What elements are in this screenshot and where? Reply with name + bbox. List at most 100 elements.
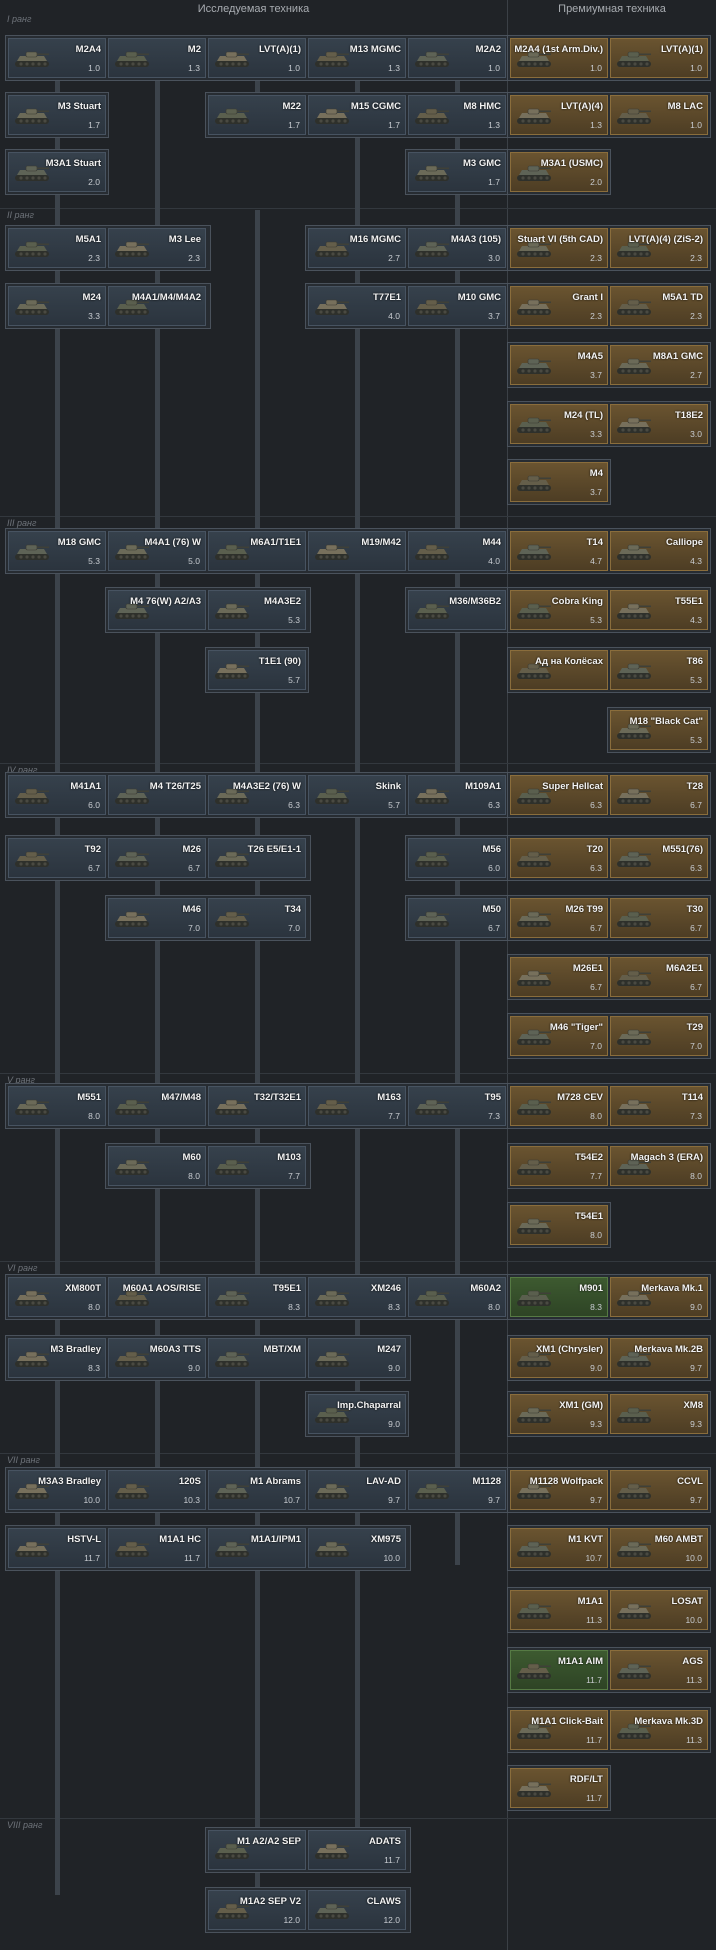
vehicle-card[interactable]: M47/M48 <box>108 1086 206 1126</box>
vehicle-card[interactable]: M4A3E2 5.3 <box>208 590 306 630</box>
vehicle-card[interactable]: M247 9.0 <box>308 1338 406 1378</box>
vehicle-card[interactable]: M13 MGMC 1.3 <box>308 38 406 78</box>
vehicle-card[interactable]: M46 7.0 <box>108 898 206 938</box>
vehicle-card[interactable]: M4A3 (105) 3.0 <box>408 228 506 268</box>
vehicle-card[interactable]: T86 5.3 <box>610 650 708 690</box>
vehicle-card[interactable]: M8A1 GMC 2.7 <box>610 345 708 385</box>
vehicle-card[interactable]: Cobra King 5.3 <box>510 590 608 630</box>
vehicle-card[interactable]: M16 MGMC 2.7 <box>308 228 406 268</box>
vehicle-card[interactable]: LOSAT 10.0 <box>610 1590 708 1630</box>
vehicle-card[interactable]: T114 7.3 <box>610 1086 708 1126</box>
vehicle-card[interactable]: CLAWS 12.0 <box>308 1890 406 1930</box>
vehicle-card[interactable]: T34 7.0 <box>208 898 306 938</box>
vehicle-card[interactable]: M26 T99 6.7 <box>510 898 608 938</box>
vehicle-card[interactable]: M2 1.3 <box>108 38 206 78</box>
vehicle-card[interactable]: M2A4 1.0 <box>8 38 106 78</box>
vehicle-card[interactable]: M3A1 Stuart 2.0 <box>8 152 106 192</box>
vehicle-card[interactable]: HSTV-L 11.7 <box>8 1528 106 1568</box>
vehicle-card[interactable]: M60 AMBT 10.0 <box>610 1528 708 1568</box>
vehicle-card[interactable]: M551(76) 6.3 <box>610 838 708 878</box>
vehicle-card[interactable]: LVT(A)(1) 1.0 <box>610 38 708 78</box>
vehicle-card[interactable]: M1 Abrams 10.7 <box>208 1470 306 1510</box>
vehicle-card[interactable]: M1128 9.7 <box>408 1470 506 1510</box>
vehicle-card[interactable]: T1E1 (90) 5.7 <box>208 650 306 690</box>
vehicle-card[interactable]: XM1 (Chrysler) 9.0 <box>510 1338 608 1378</box>
vehicle-card[interactable]: M3 Lee 2.3 <box>108 228 206 268</box>
vehicle-card[interactable]: M2A4 (1st Arm.Div.) 1.0 <box>510 38 608 78</box>
vehicle-card[interactable]: M3 Stuart 1.7 <box>8 95 106 135</box>
vehicle-card[interactable]: RDF/LT 11.7 <box>510 1768 608 1808</box>
vehicle-card[interactable]: M60 8.0 <box>108 1146 206 1186</box>
vehicle-card[interactable]: T30 6.7 <box>610 898 708 938</box>
vehicle-card[interactable]: M6A2E1 6.7 <box>610 957 708 997</box>
vehicle-card[interactable]: M103 7.7 <box>208 1146 306 1186</box>
vehicle-card[interactable]: M1A1/IPM1 <box>208 1528 306 1568</box>
vehicle-card[interactable]: M1A1 AIM 11.7 <box>510 1650 608 1690</box>
vehicle-card[interactable]: MBT/XM <box>208 1338 306 1378</box>
vehicle-card[interactable]: Imp.Chaparral 9.0 <box>308 1394 406 1434</box>
vehicle-card[interactable]: Magach 3 (ERA) 8.0 <box>610 1146 708 1186</box>
vehicle-card[interactable]: M5A1 TD 2.3 <box>610 286 708 326</box>
vehicle-card[interactable]: LVT(A)(4) (ZiS-2) 2.3 <box>610 228 708 268</box>
vehicle-card[interactable]: M4A1 (76) W 5.0 <box>108 531 206 571</box>
vehicle-card[interactable]: M19/M42 <box>308 531 406 571</box>
vehicle-card[interactable]: M46 "Tiger" 7.0 <box>510 1016 608 1056</box>
vehicle-card[interactable]: M1 KVT 10.7 <box>510 1528 608 1568</box>
vehicle-card[interactable]: T54E1 8.0 <box>510 1205 608 1245</box>
vehicle-card[interactable]: M4 76(W) A2/A3 <box>108 590 206 630</box>
vehicle-card[interactable]: M60A2 8.0 <box>408 1277 506 1317</box>
vehicle-card[interactable]: M4 3.7 <box>510 462 608 502</box>
vehicle-card[interactable]: M41A1 6.0 <box>8 775 106 815</box>
vehicle-card[interactable]: M2A2 1.0 <box>408 38 506 78</box>
vehicle-card[interactable]: M3A1 (USMC) 2.0 <box>510 152 608 192</box>
vehicle-card[interactable]: M10 GMC 3.7 <box>408 286 506 326</box>
vehicle-card[interactable]: M3A3 Bradley 10.0 <box>8 1470 106 1510</box>
vehicle-card[interactable]: M24 (TL) 3.3 <box>510 404 608 444</box>
vehicle-card[interactable]: AGS 11.3 <box>610 1650 708 1690</box>
vehicle-card[interactable]: T95 7.3 <box>408 1086 506 1126</box>
vehicle-card[interactable]: M15 CGMC 1.7 <box>308 95 406 135</box>
vehicle-card[interactable]: 120S 10.3 <box>108 1470 206 1510</box>
vehicle-card[interactable]: T14 4.7 <box>510 531 608 571</box>
vehicle-card[interactable]: M1A1 HC 11.7 <box>108 1528 206 1568</box>
vehicle-card[interactable]: M4A5 3.7 <box>510 345 608 385</box>
vehicle-card[interactable]: M24 3.3 <box>8 286 106 326</box>
vehicle-card[interactable]: LAV-AD 9.7 <box>308 1470 406 1510</box>
vehicle-card[interactable]: LVT(A)(1) 1.0 <box>208 38 306 78</box>
vehicle-card[interactable]: M56 6.0 <box>408 838 506 878</box>
vehicle-card[interactable]: XM975 10.0 <box>308 1528 406 1568</box>
vehicle-card[interactable]: M5A1 2.3 <box>8 228 106 268</box>
vehicle-card[interactable]: M60A1 AOS/RISE <box>108 1277 206 1317</box>
vehicle-card[interactable]: Merkava Mk.2B 9.7 <box>610 1338 708 1378</box>
vehicle-card[interactable]: M109A1 6.3 <box>408 775 506 815</box>
vehicle-card[interactable]: M18 GMC 5.3 <box>8 531 106 571</box>
vehicle-card[interactable]: M4A3E2 (76) W 6.3 <box>208 775 306 815</box>
vehicle-card[interactable]: M26E1 6.7 <box>510 957 608 997</box>
vehicle-card[interactable]: Calliope 4.3 <box>610 531 708 571</box>
vehicle-card[interactable]: M44 4.0 <box>408 531 506 571</box>
vehicle-card[interactable]: T20 6.3 <box>510 838 608 878</box>
vehicle-card[interactable]: M1128 Wolfpack 9.7 <box>510 1470 608 1510</box>
vehicle-card[interactable]: ADATS 11.7 <box>308 1830 406 1870</box>
vehicle-card[interactable]: M1 A2/A2 SEP <box>208 1830 306 1870</box>
vehicle-card[interactable]: M3 Bradley 8.3 <box>8 1338 106 1378</box>
vehicle-card[interactable]: M3 GMC 1.7 <box>408 152 506 192</box>
vehicle-card[interactable]: T26 E5/E1-1 <box>208 838 306 878</box>
vehicle-card[interactable]: M901 8.3 <box>510 1277 608 1317</box>
vehicle-card[interactable]: LVT(A)(4) 1.3 <box>510 95 608 135</box>
vehicle-card[interactable]: M8 HMC 1.3 <box>408 95 506 135</box>
vehicle-card[interactable]: M22 1.7 <box>208 95 306 135</box>
vehicle-card[interactable]: M1A1 Click-Bait 11.7 <box>510 1710 608 1750</box>
vehicle-card[interactable]: T54E2 7.7 <box>510 1146 608 1186</box>
vehicle-card[interactable]: Merkava Mk.3D 11.3 <box>610 1710 708 1750</box>
vehicle-card[interactable]: CCVL 9.7 <box>610 1470 708 1510</box>
vehicle-card[interactable]: T32/T32E1 <box>208 1086 306 1126</box>
vehicle-card[interactable]: T92 6.7 <box>8 838 106 878</box>
vehicle-card[interactable]: M4 T26/T25 <box>108 775 206 815</box>
vehicle-card[interactable]: M1A2 SEP V2 12.0 <box>208 1890 306 1930</box>
vehicle-card[interactable]: M26 6.7 <box>108 838 206 878</box>
vehicle-card[interactable]: T18E2 3.0 <box>610 404 708 444</box>
vehicle-card[interactable]: XM246 8.3 <box>308 1277 406 1317</box>
vehicle-card[interactable]: M8 LAC 1.0 <box>610 95 708 135</box>
vehicle-card[interactable]: Stuart VI (5th CAD) 2.3 <box>510 228 608 268</box>
